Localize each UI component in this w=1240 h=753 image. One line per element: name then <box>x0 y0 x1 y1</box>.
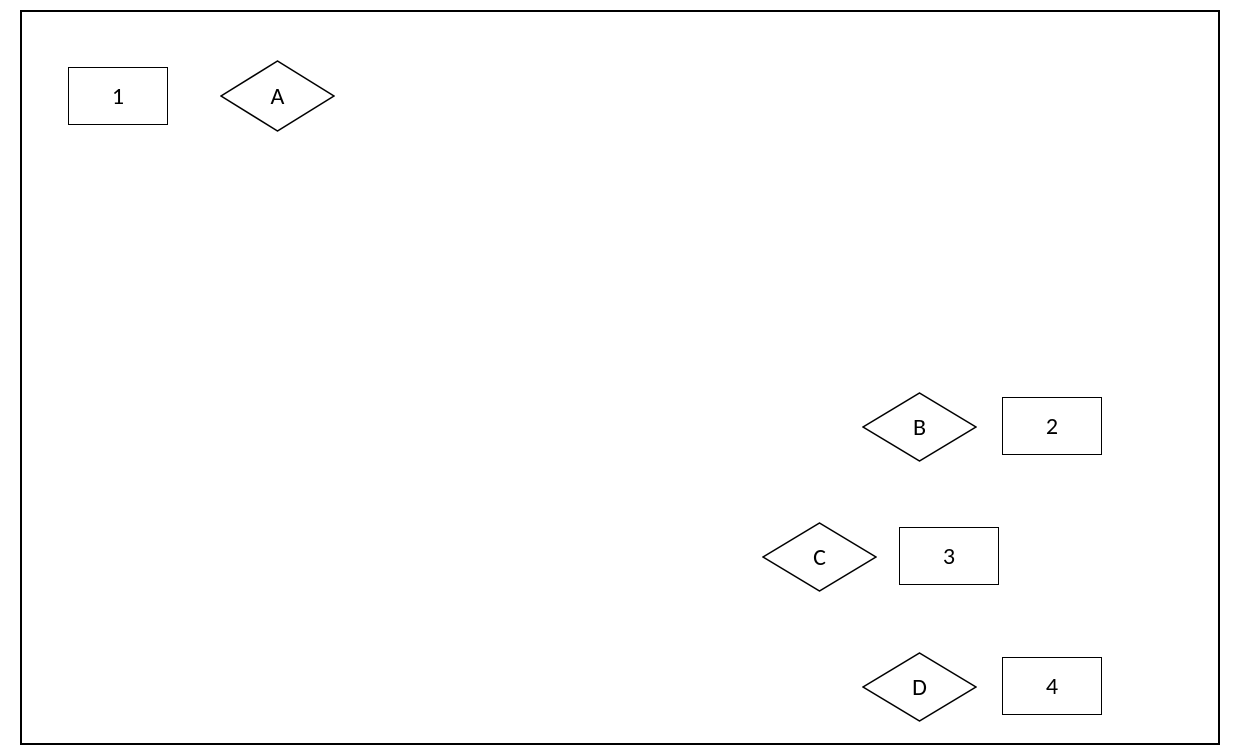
diamond-a-label: A <box>271 82 285 111</box>
diagram-canvas: 1 A B 2 C 3 D 4 <box>20 10 1220 745</box>
diamond-a: A <box>220 60 335 132</box>
diamond-b: B <box>862 392 977 462</box>
rect-2-label: 2 <box>1046 412 1058 441</box>
rect-4-label: 4 <box>1046 672 1058 701</box>
rect-3-label: 3 <box>943 542 955 571</box>
diamond-b-label: B <box>913 413 926 442</box>
rect-1-label: 1 <box>112 82 124 111</box>
diamond-c-label: C <box>813 543 826 572</box>
diamond-c: C <box>762 522 877 592</box>
rect-3: 3 <box>899 527 999 585</box>
rect-4: 4 <box>1002 657 1102 715</box>
rect-2: 2 <box>1002 397 1102 455</box>
diamond-d: D <box>862 652 977 722</box>
rect-1: 1 <box>68 67 168 125</box>
diamond-d-label: D <box>912 673 927 702</box>
